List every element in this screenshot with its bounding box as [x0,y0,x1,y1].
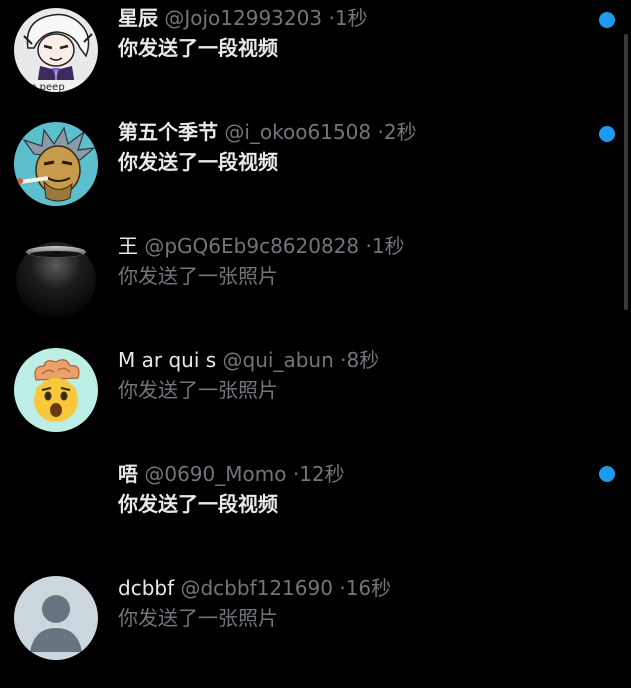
conversation-header: M ar qui s @qui_abun ·8秒 [118,346,379,374]
default-user-silhouette-avatar-icon[interactable] [14,576,98,660]
conversation-preview: 你发送了一张照片 [118,604,278,632]
conversation-row[interactable]: M ar qui s @qui_abun ·8秒 你发送了一张照片 [0,346,631,460]
conversation-row[interactable]: 王 @pGQ6Eb9c8620828 ·1秒 你发送了一张照片 [0,232,631,346]
conversation-row[interactable]: 第五个季节 @i_okoo61508 ·2秒 你发送了一段视频 [0,118,631,232]
conversation-header: dcbbf @dcbbf121690 ·16秒 [118,574,391,602]
dark-sphere-avatar-icon[interactable] [14,236,98,320]
conversation-row[interactable]: ne peep 星辰 @Jojo12993203 ·1秒 你发送了一段视频 [0,4,631,118]
conversation-name: 唔 [118,462,138,486]
conversation-name: M ar qui s [118,348,217,372]
conversation-name: dcbbf [118,576,175,600]
conversation-preview: 你发送了一段视频 [118,490,278,518]
conversation-handle: @i_okoo61508 [224,120,372,144]
conversation-preview: 你发送了一张照片 [118,376,278,404]
unread-indicator [599,466,615,482]
conversation-list: ne peep 星辰 @Jojo12993203 ·1秒 你发送了一段视频 第五… [0,0,631,680]
conversation-name: 第五个季节 [118,120,218,144]
conversation-time: 1秒 [371,234,405,258]
conversation-name: 星辰 [118,6,158,30]
unread-indicator [599,12,615,28]
conversation-preview: 你发送了一段视频 [118,34,278,62]
message-preview: 你发送了一张照片 [118,606,278,630]
message-preview: 你发送了一段视频 [118,36,278,60]
anime-character-avatar-icon[interactable]: ne peep [14,8,98,92]
conversation-header: 唔 @0690_Momo ·12秒 [118,460,345,488]
unread-indicator [599,126,615,142]
conversation-row[interactable]: dcbbf @dcbbf121690 ·16秒 你发送了一张照片 [0,574,631,688]
conversation-header: 王 @pGQ6Eb9c8620828 ·1秒 [118,232,405,260]
conversation-handle: @dcbbf121690 [180,576,333,600]
message-preview: 你发送了一段视频 [118,150,278,174]
conversation-handle: @pGQ6Eb9c8620828 [144,234,360,258]
conversation-time: 12秒 [299,462,345,486]
conversation-time: 2秒 [383,120,417,144]
scrollbar[interactable] [624,34,628,310]
conversation-handle: @qui_abun [222,348,334,372]
conversation-handle: @Jojo12993203 [164,6,323,30]
conversation-time: 16秒 [345,576,392,600]
message-preview: 你发送了一张照片 [118,264,278,288]
cartoon-old-man-smoking-avatar-icon[interactable] [14,122,98,206]
mind-blown-emoji-avatar-icon[interactable] [14,348,98,432]
message-preview: 你发送了一张照片 [118,378,278,402]
conversation-name: 王 [118,234,138,258]
conversation-time: 8秒 [346,348,380,372]
conversation-handle: @0690_Momo [144,462,287,486]
conversation-preview: 你发送了一张照片 [118,262,278,290]
conversation-header: 第五个季节 @i_okoo61508 ·2秒 [118,118,417,146]
message-preview: 你发送了一段视频 [118,492,278,516]
conversation-row[interactable]: 唔 @0690_Momo ·12秒 你发送了一段视频 [0,460,631,574]
avatar-text: ne peep [24,82,65,92]
conversation-time: 1秒 [334,6,368,30]
conversation-header: 星辰 @Jojo12993203 ·1秒 [118,4,368,32]
conversation-preview: 你发送了一段视频 [118,148,278,176]
